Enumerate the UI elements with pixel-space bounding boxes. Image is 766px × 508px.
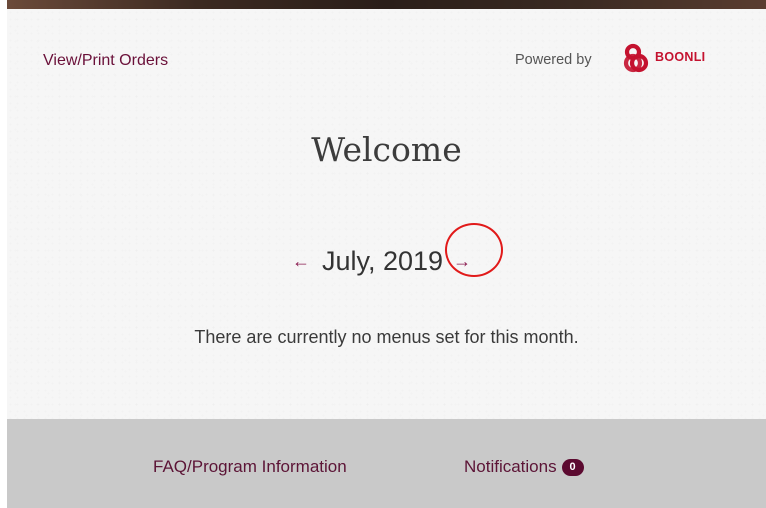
top-banner-strip <box>7 0 766 9</box>
current-month-label: July, 2019 <box>322 245 444 276</box>
arrow-right-icon[interactable]: → <box>453 252 471 270</box>
footer-bar: FAQ/Program Information Notifications 0 <box>7 419 766 508</box>
notifications-label: Notifications <box>464 457 557 476</box>
page-left-margin <box>0 0 7 508</box>
notifications-count-badge: 0 <box>561 458 584 476</box>
page-title: Welcome <box>311 130 462 169</box>
boonli-logo[interactable]: BOONLI <box>621 41 741 75</box>
no-menus-message: There are currently no menus set for thi… <box>194 327 579 347</box>
boonli-logo-text: BOONLI <box>655 50 706 64</box>
boonli-logo-icon <box>623 43 649 73</box>
view-print-orders-link[interactable]: View/Print Orders <box>43 52 168 70</box>
powered-by-label: Powered by <box>515 52 592 68</box>
notifications-link[interactable]: Notifications 0 <box>464 457 584 477</box>
menu-card: View/Print Orders Powered by BOONLI Welc… <box>7 9 766 419</box>
faq-program-info-link[interactable]: FAQ/Program Information <box>153 457 347 477</box>
arrow-left-icon[interactable]: ← <box>292 252 310 270</box>
month-navigator: ← July, 2019 → <box>292 241 471 281</box>
